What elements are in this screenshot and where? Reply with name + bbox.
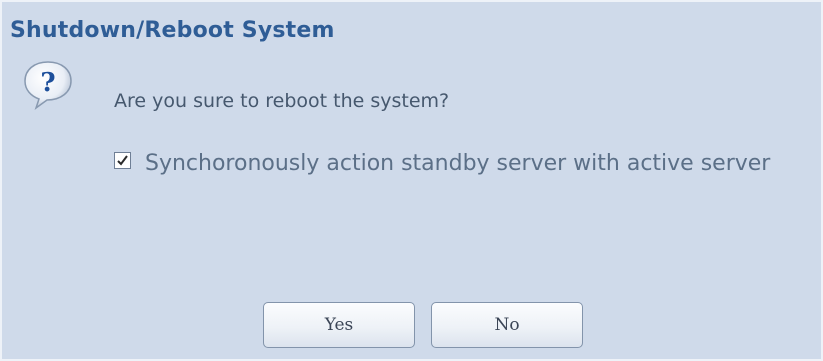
sync-standby-option[interactable]: Synchoronously action standby server wit… bbox=[106, 147, 806, 180]
no-button[interactable]: No bbox=[431, 302, 583, 348]
yes-button[interactable]: Yes bbox=[263, 302, 415, 348]
sync-standby-label: Synchoronously action standby server wit… bbox=[145, 151, 771, 176]
dialog-title: Shutdown/Reboot System bbox=[10, 18, 335, 43]
confirm-message: Are you sure to reboot the system? bbox=[114, 90, 450, 112]
checkmark-icon bbox=[117, 155, 128, 166]
reboot-dialog: Shutdown/Reboot System ? Are you sure to… bbox=[0, 0, 823, 361]
svg-text:?: ? bbox=[40, 68, 55, 98]
sync-standby-checkbox[interactable] bbox=[114, 152, 131, 169]
question-icon: ? bbox=[22, 59, 74, 111]
